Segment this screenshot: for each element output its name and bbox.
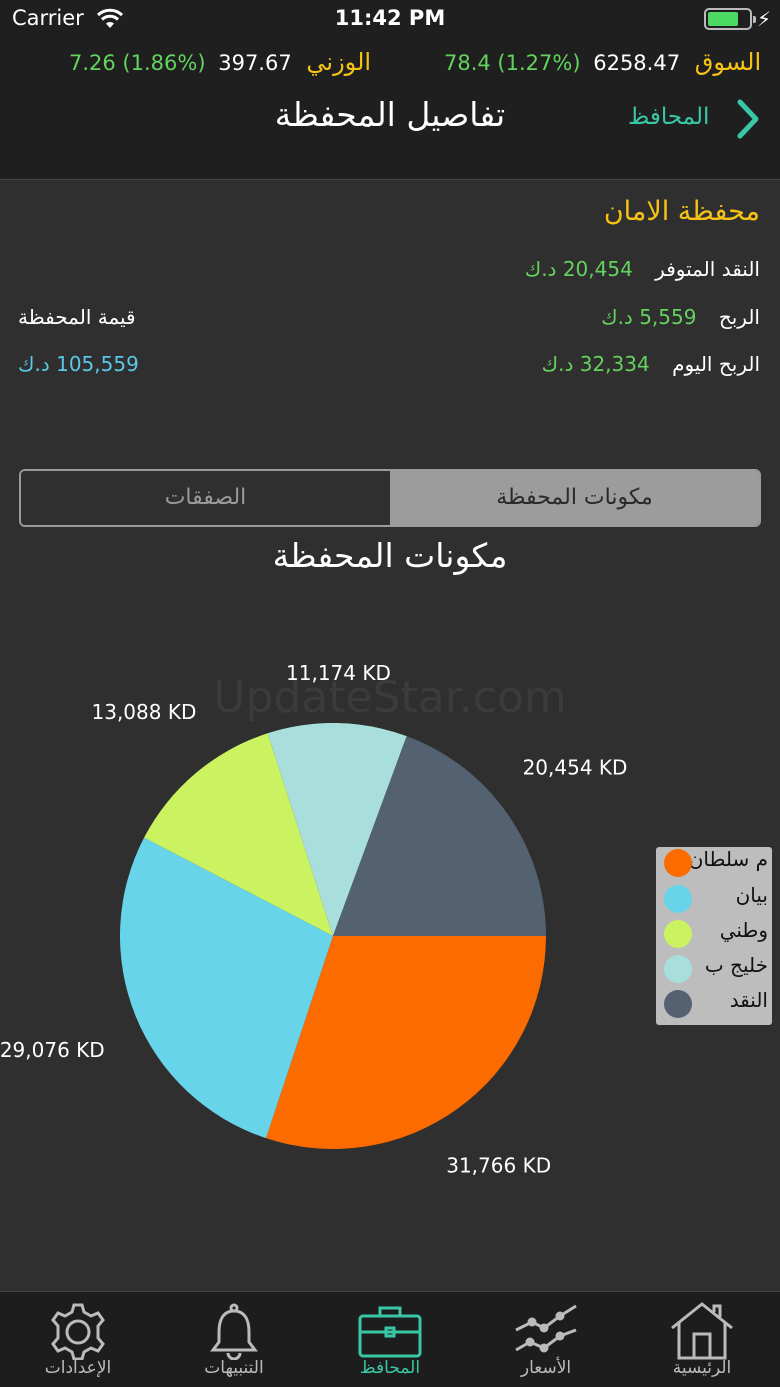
ticker-value: 6258.47: [593, 51, 681, 75]
portfolio-value-label: قيمة المحفظة: [18, 305, 136, 329]
chevron-right-icon: [736, 98, 760, 144]
cash-row: النقد المتوفر 20,454 د.ك: [525, 257, 760, 281]
legend-swatch: [664, 885, 692, 913]
ticker-name: الوزني: [306, 48, 372, 76]
legend-item: وطني: [660, 918, 768, 950]
profit-label: الربح: [718, 305, 760, 329]
today-profit-value: 32,334 د.ك: [541, 352, 650, 376]
tab-portfolios[interactable]: المحافظ: [312, 1292, 468, 1387]
back-button[interactable]: المحافظ: [628, 96, 768, 140]
chart-title: مكونات المحفظة: [272, 536, 508, 575]
legend-item: النقد: [660, 988, 768, 1020]
ticker-value: 397.67: [218, 51, 292, 75]
legend-swatch: [664, 920, 692, 948]
pie-data-label: 13,088 KD: [92, 700, 197, 724]
ticker-change: 78.4 (1.27%): [444, 51, 581, 75]
cash-value: 20,454 د.ك: [524, 257, 633, 281]
legend-item: خليج ب: [660, 953, 768, 985]
tab-label: الأسعار: [520, 1358, 572, 1378]
legend-label: النقد: [729, 988, 768, 1012]
today-profit-row: الربح اليوم 32,334 د.ك: [542, 352, 760, 376]
tab-bar: الإعدادات التنبيهات المحافظ الأسعار الرئ…: [0, 1291, 780, 1387]
tab-label: الرئيسية: [672, 1358, 732, 1378]
ticker-weighted[interactable]: 7.26 (1.86%) 397.67 الوزني: [69, 48, 371, 76]
tab-settings[interactable]: الإعدادات: [0, 1292, 156, 1387]
pie-data-label: 29,076 KD: [0, 1038, 105, 1062]
ticker-name: السوق: [694, 48, 762, 76]
today-profit-label: الربح اليوم: [672, 352, 760, 376]
portfolio-name: محفظة الامان: [603, 196, 760, 227]
pie-chart: 31,766 KD 29,076 KD 13,088 KD 11,174 KD 20,4…: [0, 661, 628, 1177]
legend-swatch: [664, 849, 692, 877]
tab-components[interactable]: مكونات المحفظة: [390, 471, 759, 525]
legend-label: م سلطان: [688, 847, 768, 871]
ticker-change: 7.26 (1.86%): [69, 51, 206, 75]
tab-label: التنبيهات: [204, 1358, 264, 1378]
pie-data-label: 20,454 KD: [523, 755, 628, 779]
clock: 11:42 PM: [334, 6, 446, 30]
battery-icon: [704, 8, 756, 30]
chart-legend: م سلطان بيان وطني خليج ب النقد: [656, 847, 772, 1025]
portfolio-value: 105,559 د.ك: [18, 352, 139, 376]
legend-label: وطني: [719, 918, 768, 942]
back-label: المحافظ: [628, 104, 710, 130]
tab-label: الإعدادات: [44, 1358, 112, 1378]
tab-alerts[interactable]: التنبيهات: [156, 1292, 312, 1387]
tab-deals[interactable]: الصفقات: [21, 471, 390, 525]
cash-label: النقد المتوفر: [655, 257, 760, 281]
ticker-market[interactable]: 78.4 (1.27%) 6258.47 السوق: [444, 48, 761, 76]
legend-label: بيان: [735, 883, 768, 907]
profit-value: 5,559 د.ك: [601, 305, 697, 329]
tab-prices[interactable]: الأسعار: [468, 1292, 624, 1387]
profit-row: الربح 5,559 د.ك: [601, 305, 760, 329]
legend-label: خليج ب: [704, 953, 768, 977]
tab-label: المحافظ: [359, 1358, 421, 1378]
legend-swatch: [664, 955, 692, 983]
legend-item: م سلطان: [660, 847, 768, 879]
legend-item: بيان: [660, 883, 768, 915]
top-bar: Carrier 11:42 PM ⚡ 78.4 (1.27%) 6258.47 …: [0, 0, 780, 180]
segmented-control: الصفقات مكونات المحفظة: [19, 469, 761, 527]
pie-data-label: 31,766 KD: [446, 1153, 551, 1177]
pie-data-label: 11,174 KD: [286, 661, 391, 685]
tab-home[interactable]: الرئيسية: [624, 1292, 780, 1387]
charging-icon: ⚡: [757, 7, 772, 31]
status-bar: Carrier 11:42 PM ⚡: [0, 0, 780, 40]
legend-swatch: [664, 990, 692, 1018]
